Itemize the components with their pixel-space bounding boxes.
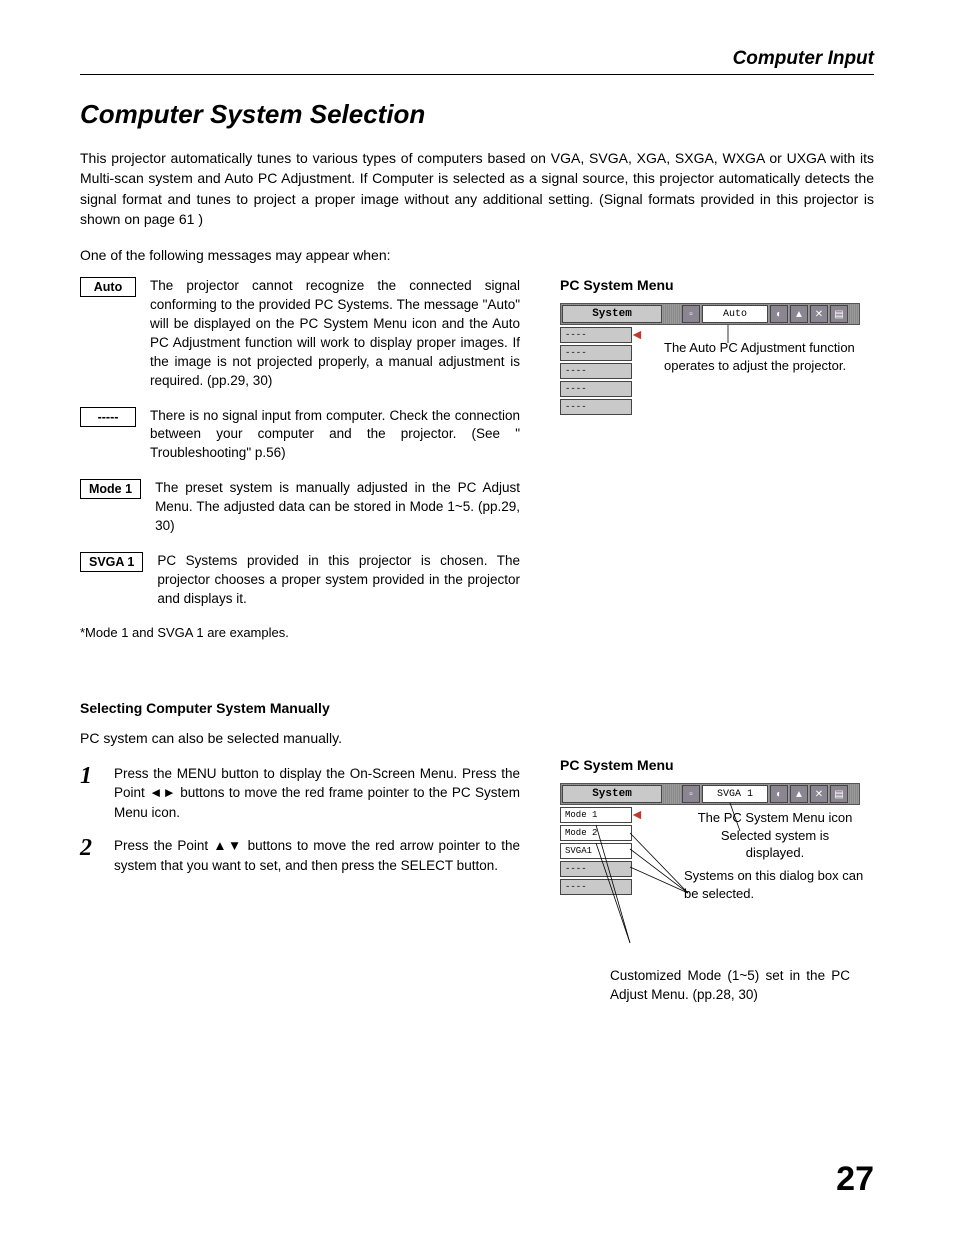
toolbar-icon: ▲ [790,305,808,323]
menu1-list: ---- ---- ---- ---- ---- [560,327,632,417]
menu2-annotation-icon: The PC System Menu icon Selected system … [690,809,860,862]
step-1: 1 Press the MENU button to display the O… [80,764,520,823]
toolbar-icon: ▫ [682,785,700,803]
menu2-system-box: System [562,785,662,803]
list-item: Mode 1 [560,807,632,823]
pc-system-menu-1: PC System Menu System ▫ Auto ◐ ▲ ✕ ▤ [560,277,874,417]
menu2-list: Mode 1 Mode 2 SVGA1 ---- ---- [560,807,632,897]
arrow-ud-icon: ▲▼ [213,838,242,853]
text-mode1: The preset system is manually adjusted i… [155,479,520,536]
manual-para: PC system can also be selected manually. [80,730,520,746]
text-svga1: PC Systems provided in this projector is… [157,552,520,609]
text-nosignal: There is no signal input from computer. … [150,407,520,464]
list-item: SVGA1 [560,843,632,859]
menu1-toolbar: System ▫ Auto ◐ ▲ ✕ ▤ [560,303,860,325]
menu2-annotation-systems: Systems on this dialog box can be select… [684,867,864,902]
list-item: ---- [560,861,632,877]
menu2-toolbar: System ▫ SVGA 1 ◐ ▲ ✕ ▤ [560,783,860,805]
list-item: ---- [560,381,632,397]
step-2: 2 Press the Point ▲▼ buttons to move the… [80,836,520,875]
toolbar-icon: ◐ [770,785,788,803]
toolbar-icon: ▤ [830,305,848,323]
footnote: *Mode 1 and SVGA 1 are examples. [80,625,520,640]
toolbar-icon: ▤ [830,785,848,803]
menu2-svga-label: SVGA 1 [702,785,768,803]
menu1-auto-label: Auto [702,305,768,323]
message-row-auto: Auto The projector cannot recognize the … [80,277,520,390]
toolbar-icon: ✕ [810,305,828,323]
step2-a: Press the Point [114,838,213,853]
pc-system-menu-2: PC System Menu System ▫ SVGA 1 ◐ ▲ ✕ ▤ [560,757,874,1005]
toolbar-icon: ▲ [790,785,808,803]
text-auto: The projector cannot recognize the conne… [150,277,520,390]
step-text-1: Press the MENU button to display the On-… [114,764,520,823]
menu1-annotation: The Auto PC Adjustment function operates… [664,327,860,417]
intro-paragraph: This projector automatically tunes to va… [80,148,874,229]
label-mode1: Mode 1 [80,479,141,499]
arrow-lr-icon: ◄► [149,785,176,800]
list-item: ---- [560,399,632,415]
step-num-1: 1 [80,764,100,823]
menu2-title: PC System Menu [560,757,874,773]
label-auto: Auto [80,277,136,297]
red-arrow-icon: ◄ [630,326,644,342]
message-row-nosignal: ----- There is no signal input from comp… [80,407,520,464]
toolbar-icon: ▫ [682,305,700,323]
step-num-2: 2 [80,836,100,875]
menu1-system-box: System [562,305,662,323]
list-item: ---- [560,327,632,343]
menu1-title: PC System Menu [560,277,874,293]
list-item: ---- [560,879,632,895]
toolbar-icon: ✕ [810,785,828,803]
menu2-annot-a1: The PC System Menu icon [698,810,853,825]
manual-heading: Selecting Computer System Manually [80,700,520,716]
page-title: Computer System Selection [80,99,874,130]
lead-sentence: One of the following messages may appear… [80,247,874,263]
header-section: Computer Input [80,48,874,75]
toolbar-icon: ◐ [770,305,788,323]
message-row-svga1: SVGA 1 PC Systems provided in this proje… [80,552,520,609]
label-svga1: SVGA 1 [80,552,143,572]
message-row-mode1: Mode 1 The preset system is manually adj… [80,479,520,536]
step-text-2: Press the Point ▲▼ buttons to move the r… [114,836,520,875]
menu2-caption: Customized Mode (1~5) set in the PC Adju… [610,967,850,1005]
page-number: 27 [836,1160,874,1199]
menu2-annot-a2: Selected system is displayed. [721,828,829,861]
list-item: ---- [560,345,632,361]
label-nosignal: ----- [80,407,136,427]
list-item: Mode 2 [560,825,632,841]
list-item: ---- [560,363,632,379]
red-arrow-icon: ◄ [630,806,644,822]
step1-b: buttons to move the red frame pointer to… [114,785,520,820]
